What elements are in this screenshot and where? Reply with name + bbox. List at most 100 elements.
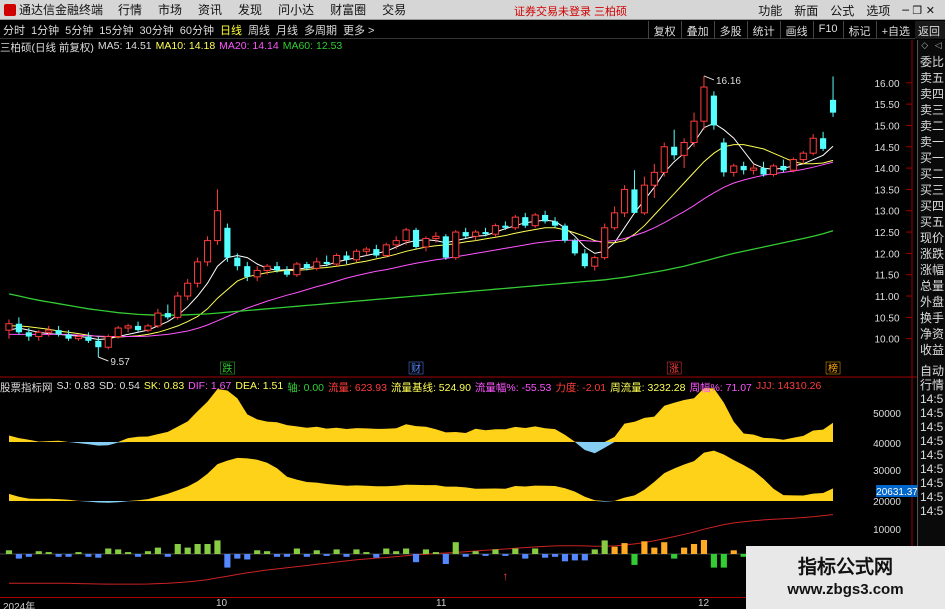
tool-button-3[interactable]: 统计 xyxy=(746,21,780,39)
menu-item-6[interactable]: 交易 xyxy=(374,1,414,18)
candle-body xyxy=(769,165,778,175)
quote-field-7: 买二 xyxy=(920,167,945,181)
volume-bar xyxy=(710,554,717,568)
period-tab-8[interactable]: 月线 xyxy=(273,25,301,37)
tick-row-2: 14:5 xyxy=(920,392,944,406)
chart-tools: 复权 叠加 多股 统计 画线 F10 标记 +自选 xyxy=(647,21,915,39)
volume-bar xyxy=(502,554,509,556)
event-marker: 跌 xyxy=(222,362,232,375)
time-label-2024: 2024年 xyxy=(3,602,36,609)
tool-button-2[interactable]: 多股 xyxy=(713,21,747,39)
candle-body xyxy=(730,165,738,173)
tool-button-5[interactable]: F10 xyxy=(812,21,843,39)
tick-row-0[interactable]: 自动 xyxy=(918,364,945,378)
menu-item-2[interactable]: 资讯 xyxy=(190,1,230,18)
menu-item-4[interactable]: 问小达 xyxy=(270,1,322,18)
period-tab-3[interactable]: 15分钟 xyxy=(96,25,136,37)
back-button[interactable]: 返回 xyxy=(915,21,945,39)
candle-body xyxy=(194,261,202,284)
tool-button-6[interactable]: 标记 xyxy=(842,21,876,39)
candle-body xyxy=(373,249,380,256)
volume-bar xyxy=(273,554,281,557)
tool-button-4[interactable]: 画线 xyxy=(779,21,813,39)
menu-formula[interactable]: 公式 xyxy=(824,2,860,19)
ma-line-ma60 xyxy=(8,230,834,316)
volume-bar xyxy=(373,554,380,558)
period-tab-5[interactable]: 60分钟 xyxy=(177,25,217,37)
volume-bar xyxy=(690,544,698,554)
period-tab-7[interactable]: 周线 xyxy=(245,25,273,37)
tool-button-7[interactable]: +自选 xyxy=(875,21,915,39)
flow-baseline-value: 流量基线: 524.90 xyxy=(390,382,471,394)
kline-chart[interactable]: 16.00 15.50 15.00 14.50 14.00 13.50 13.00 12.50… xyxy=(0,40,917,609)
volume-bar xyxy=(571,554,578,561)
menu-item-3[interactable]: 发现 xyxy=(230,1,270,18)
menu-item-1[interactable]: 市场 xyxy=(150,1,190,18)
tool-button-1[interactable]: 叠加 xyxy=(680,21,714,39)
ma-line-ma5 xyxy=(8,122,834,341)
candle-body xyxy=(710,95,717,126)
menu-new-screen[interactable]: 新面 xyxy=(788,2,824,19)
candle-body xyxy=(15,323,22,333)
price-axis-label: 16.00 xyxy=(874,79,899,90)
period-tab-10[interactable]: 更多 > xyxy=(340,25,377,37)
volume-bar xyxy=(244,554,251,560)
menu-item-5[interactable]: 财富圈 xyxy=(322,1,374,18)
period-tab-4[interactable]: 30分钟 xyxy=(137,25,177,37)
period-tab-0[interactable]: 分时 xyxy=(0,25,28,37)
candle-body xyxy=(581,253,588,267)
candle-body xyxy=(620,188,629,214)
volume-bar xyxy=(303,554,310,557)
candle-body xyxy=(104,336,112,348)
candle-body xyxy=(213,210,222,242)
candle-body xyxy=(5,323,13,331)
indicator-header: 股票指标网 SJ: 0.83 SD: 0.54 SK: 0.83 DIF: 1.… xyxy=(0,380,821,394)
volume-bar xyxy=(363,552,370,554)
volume-bar xyxy=(5,550,13,554)
weekly-range-value: 周幅%: 71.07 xyxy=(689,382,752,394)
indicator-name[interactable]: 股票指标网 xyxy=(0,380,53,394)
volume-bar xyxy=(115,549,122,554)
volume-bar xyxy=(412,554,420,563)
window-controls[interactable]: ─ ❐ ✕ xyxy=(896,4,941,17)
pin-icon[interactable]: ◇ xyxy=(921,40,928,54)
expand-icon[interactable]: ◁ xyxy=(935,40,942,54)
candle-body xyxy=(551,221,559,226)
event-marker: 财 xyxy=(411,362,421,375)
volume-bar xyxy=(403,548,410,554)
flow-range-value: 流量幅%: -55.53 xyxy=(474,382,552,394)
volume-bar xyxy=(333,549,340,554)
quote-field-3: 卖三 xyxy=(920,103,945,117)
time-label-12: 12 xyxy=(698,598,710,609)
candle-body xyxy=(263,265,271,271)
volume-bar xyxy=(15,554,22,559)
tick-row-1[interactable]: 行情 xyxy=(918,378,945,392)
period-tab-1[interactable]: 1分钟 xyxy=(28,25,62,37)
candle-body xyxy=(412,229,420,247)
indicator-axis-label: 20000 xyxy=(873,497,901,508)
dea-value: DEA: 1.51 xyxy=(235,380,284,392)
candle-body xyxy=(462,232,469,237)
quote-field-10: 买五 xyxy=(920,215,945,229)
candle-body xyxy=(234,257,241,267)
period-tab-2[interactable]: 5分钟 xyxy=(62,25,96,37)
tick-row-3: 14:5 xyxy=(920,406,944,420)
volume-bar xyxy=(601,540,608,554)
candle-body xyxy=(760,168,767,175)
period-tab-6[interactable]: 日线 xyxy=(217,25,245,37)
oscillator-positive-area xyxy=(9,450,833,501)
jjj-value: JJJ: 14310.26 xyxy=(755,380,822,392)
indicator-axis-label: 50000 xyxy=(873,409,901,420)
tick-row-7: 14:5 xyxy=(920,462,944,476)
menu-options[interactable]: 选项 xyxy=(860,2,896,19)
period-tab-9[interactable]: 多周期 xyxy=(301,25,340,37)
quote-field-5: 卖一 xyxy=(920,135,945,149)
login-notice[interactable]: 证券交易未登录 三柏硕 xyxy=(514,3,627,19)
candle-body xyxy=(502,225,509,228)
tool-button-0[interactable]: 复权 xyxy=(647,21,681,39)
candle-body xyxy=(343,255,350,260)
menu-item-0[interactable]: 行情 xyxy=(110,1,150,18)
volume-bar xyxy=(522,554,529,559)
sj-value: SJ: 0.83 xyxy=(56,380,96,392)
menu-functions[interactable]: 功能 xyxy=(752,2,788,19)
